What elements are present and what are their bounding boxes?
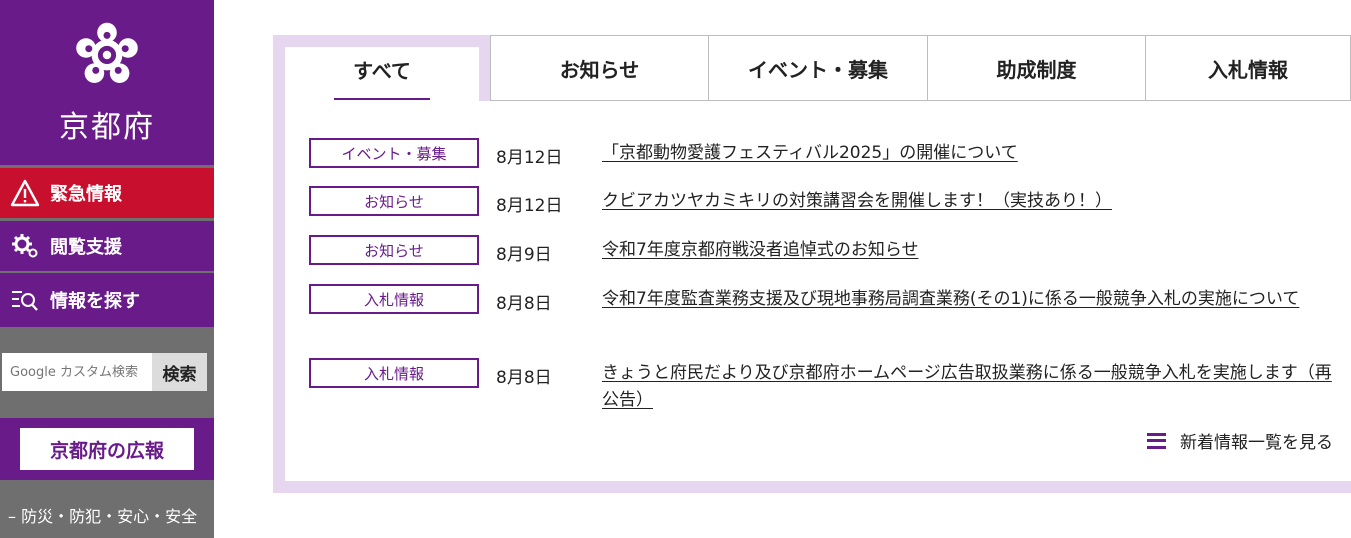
- emergency-info-link[interactable]: 緊急情報: [0, 168, 214, 218]
- category-badge[interactable]: 入札情報: [309, 358, 479, 388]
- gear-icon: [0, 232, 50, 260]
- category-badge[interactable]: イベント・募集: [309, 138, 479, 168]
- news-date: 8月8日: [496, 368, 552, 388]
- tab-events[interactable]: イベント・募集: [708, 35, 928, 101]
- view-all-news-link[interactable]: 新着情報一覧を見る: [1147, 428, 1333, 453]
- category-badge[interactable]: お知らせ: [309, 235, 479, 265]
- browsing-support-link[interactable]: 閲覧支援: [0, 221, 214, 271]
- tab-notices[interactable]: お知らせ: [490, 35, 709, 101]
- list-search-icon: [0, 286, 50, 314]
- search-button[interactable]: 検索: [152, 353, 207, 391]
- news-title-link[interactable]: きょうと府民だより及び京都府ホームページ広告取扱業務に係る一般競争入札を実施しま…: [602, 360, 1337, 414]
- logo[interactable]: 京都府: [0, 0, 214, 165]
- pr-button[interactable]: 京都府の広報: [20, 428, 194, 470]
- category-badge[interactable]: 入札情報: [309, 284, 479, 314]
- tab-all[interactable]: すべて: [285, 47, 479, 107]
- news-title-link[interactable]: 令和7年度京都府戦没者追悼式のお知らせ: [602, 237, 1337, 264]
- news-panel: すべて お知らせ イベント・募集 助成制度 入札情報 イベント・募集 8月12日…: [273, 35, 1351, 493]
- site-search: 検索: [2, 353, 207, 391]
- category-link-disaster[interactable]: – 防災・防犯・安心・安全: [8, 506, 208, 528]
- find-label: 情報を探す: [50, 291, 140, 312]
- kyoto-crest-icon: [76, 22, 138, 83]
- tab-subsidies[interactable]: 助成制度: [927, 35, 1146, 101]
- news-date: 8月8日: [496, 294, 552, 314]
- news-list: イベント・募集 8月12日 「京都動物愛護フェスティバル2025」の開催について…: [285, 101, 1351, 481]
- tab-all-label: すべて: [353, 58, 411, 83]
- menu-icon: [1147, 432, 1166, 449]
- tab-active-underline: [334, 97, 430, 100]
- news-date: 8月9日: [496, 245, 552, 265]
- category-badge[interactable]: お知らせ: [309, 186, 479, 216]
- news-title-link[interactable]: クビアカツヤカミキリの対策講習会を開催します！（実技あり！）: [602, 188, 1337, 215]
- warning-icon: [0, 179, 50, 207]
- view-all-label: 新着情報一覧を見る: [1180, 433, 1333, 453]
- logo-text: 京都府: [59, 110, 155, 145]
- support-label: 閲覧支援: [50, 237, 122, 258]
- emergency-label: 緊急情報: [50, 184, 122, 205]
- tab-bidding[interactable]: 入札情報: [1145, 35, 1351, 101]
- news-title-link[interactable]: 「京都動物愛護フェスティバル2025」の開催について: [602, 140, 1337, 167]
- news-date: 8月12日: [496, 196, 563, 216]
- find-info-link[interactable]: 情報を探す: [0, 273, 214, 327]
- search-input[interactable]: [2, 353, 152, 391]
- sidebar: 京都府 緊急情報 閲覧支援 情報を探す 検索 京都府の広報 – 防災・防犯・安心…: [0, 0, 214, 538]
- pr-section: 京都府の広報: [0, 418, 214, 480]
- news-title-link[interactable]: 令和7年度監査業務支援及び現地事務局調査業務(その1)に係る一般競争入札の実施に…: [602, 286, 1337, 313]
- news-date: 8月12日: [496, 148, 563, 168]
